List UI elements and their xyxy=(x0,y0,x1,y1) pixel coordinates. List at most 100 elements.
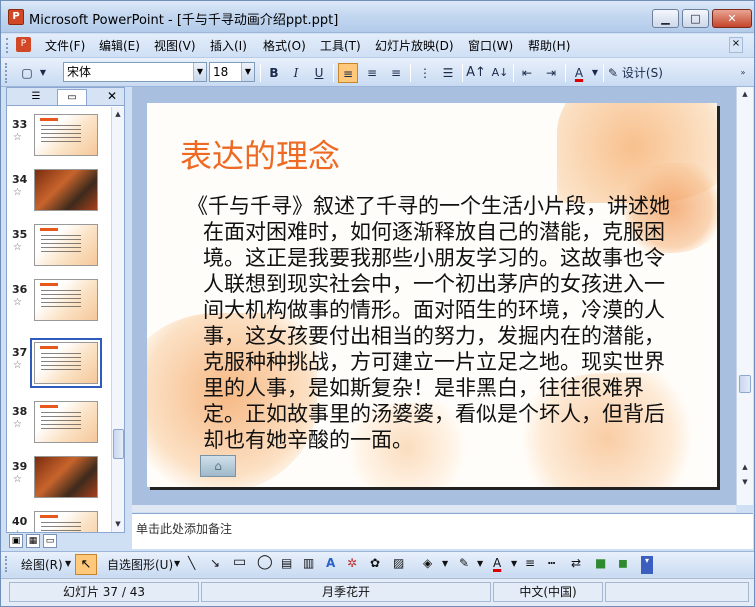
chevron-down-icon[interactable]: ▼ xyxy=(511,559,517,568)
previous-slide-icon[interactable]: ▲ xyxy=(739,460,751,474)
increase-indent-icon[interactable]: ⇥ xyxy=(541,63,561,83)
scroll-down-icon[interactable]: ▼ xyxy=(112,517,124,531)
slide-thumbnail-38[interactable]: 38 ☆ xyxy=(7,399,111,456)
chevron-down-icon[interactable]: ▼ xyxy=(37,63,49,83)
chevron-down-icon[interactable]: ▼ xyxy=(174,559,180,568)
toolbar-grip-icon[interactable] xyxy=(5,63,13,83)
chevron-down-icon[interactable]: ▼ xyxy=(65,559,71,568)
tab-slides[interactable]: ▭ xyxy=(57,89,87,105)
close-button[interactable]: ✕ xyxy=(712,9,752,28)
vertical-text-box-icon[interactable]: ▥ xyxy=(303,556,314,570)
scroll-up-icon[interactable]: ▲ xyxy=(112,107,124,121)
home-button[interactable]: ⌂ xyxy=(200,455,236,477)
document-icon[interactable]: P xyxy=(16,37,31,52)
minimize-button[interactable]: ▁ xyxy=(652,9,679,28)
autoshapes-button[interactable]: 自选图形(U) xyxy=(107,556,173,573)
slide-thumbnail-39[interactable]: 39 ☆ xyxy=(7,454,111,511)
toolbar-options-icon[interactable]: ▾ xyxy=(641,556,653,574)
chevron-down-icon[interactable]: ▼ xyxy=(241,63,254,81)
align-left-icon[interactable]: ≡ xyxy=(338,63,358,83)
new-slide-icon[interactable]: ▢ xyxy=(17,63,37,83)
maximize-button[interactable]: □ xyxy=(682,9,709,28)
slide-thumbnail-37[interactable]: 37 ☆ xyxy=(7,338,111,397)
chevron-down-icon[interactable]: ▼ xyxy=(442,559,448,568)
wordart-icon[interactable]: A xyxy=(326,556,335,570)
arrow-style-icon[interactable]: ⇄ xyxy=(571,556,581,570)
window-close-doc-icon[interactable]: × xyxy=(729,37,743,53)
menu-view[interactable]: 视图(V) xyxy=(154,37,196,54)
increase-font-icon[interactable]: A↑ xyxy=(466,63,486,83)
arrow-icon[interactable]: ↘ xyxy=(210,556,220,570)
shadow-style-icon[interactable]: ■ xyxy=(595,556,606,570)
toolbar-grip-icon[interactable] xyxy=(5,556,11,572)
menu-window[interactable]: 窗口(W) xyxy=(468,37,513,54)
3d-style-icon[interactable]: ◼ xyxy=(618,556,628,570)
bold-button[interactable]: B xyxy=(264,63,284,83)
text-box-icon[interactable]: ▤ xyxy=(281,556,292,570)
line-color-icon[interactable]: ✎ xyxy=(459,556,469,570)
underline-button[interactable]: U xyxy=(309,63,329,83)
close-icon[interactable]: ✕ xyxy=(107,89,117,103)
slide-title[interactable]: 表达的理念 xyxy=(180,131,340,177)
scrollbar-thumb[interactable] xyxy=(739,375,751,393)
slide-body-text[interactable]: 《千与千寻》叙述了千寻的一个生活小片段，讲述她在面对困难时，如何逐渐释放自己的潜… xyxy=(187,193,672,453)
bullets-icon[interactable]: ☰ xyxy=(438,63,458,83)
menu-file[interactable]: 文件(F) xyxy=(45,37,85,54)
slides-pane: ☰ ▭ ✕ 33 ☆ 34 ☆ 35 ☆ 36 ☆ 37 ☆ 38 ☆ 39 ☆… xyxy=(6,87,125,533)
scroll-up-icon[interactable]: ▲ xyxy=(739,87,751,101)
select-objects-icon[interactable]: ↖ xyxy=(75,554,97,575)
diagram-icon[interactable]: ✲ xyxy=(347,556,357,570)
menu-format[interactable]: 格式(O) xyxy=(263,37,306,54)
scrollbar-thumb[interactable] xyxy=(113,429,124,459)
view-buttons: ▣ ▦ ▭ xyxy=(6,534,62,550)
next-slide-icon[interactable]: ▼ xyxy=(739,475,751,489)
slide-thumbnail-34[interactable]: 34 ☆ xyxy=(7,167,111,224)
clip-art-icon[interactable]: ✿ xyxy=(370,556,380,570)
slide-preview xyxy=(34,456,98,498)
toolbar-options-icon[interactable]: » xyxy=(736,63,750,83)
slide-canvas[interactable]: 表达的理念 《千与千寻》叙述了千寻的一个生活小片段，讲述她在面对困难时，如何逐渐… xyxy=(147,103,717,487)
picture-icon[interactable]: ▨ xyxy=(393,556,404,570)
font-size-select[interactable]: 18 ▼ xyxy=(209,62,255,82)
slide-sorter-icon[interactable]: ▦ xyxy=(26,534,40,548)
oval-icon[interactable]: ◯ xyxy=(257,554,273,570)
chevron-down-icon[interactable]: ▼ xyxy=(590,63,600,83)
decrease-font-icon[interactable]: A↓ xyxy=(490,63,510,83)
dash-style-icon[interactable]: ┅ xyxy=(548,556,555,570)
menu-tools[interactable]: 工具(T) xyxy=(320,37,361,54)
slide-thumbnail-40[interactable]: 40 ☆ xyxy=(7,509,111,532)
rectangle-icon[interactable]: ▭ xyxy=(233,554,246,570)
line-icon[interactable]: ╲ xyxy=(188,556,195,570)
fill-color-icon[interactable]: ◈ xyxy=(423,556,432,570)
font-color-icon[interactable]: A xyxy=(569,63,589,83)
align-center-icon[interactable]: ≡ xyxy=(362,63,382,83)
slide-thumbnail-36[interactable]: 36 ☆ xyxy=(7,277,111,334)
toolbar-grip-icon[interactable] xyxy=(6,38,9,53)
chevron-down-icon[interactable]: ▼ xyxy=(193,63,206,81)
slide-thumbnail-35[interactable]: 35 ☆ xyxy=(7,222,111,279)
font-name-select[interactable]: 宋体 ▼ xyxy=(63,62,207,82)
menu-edit[interactable]: 编辑(E) xyxy=(99,37,140,54)
numbering-icon[interactable]: ⋮ xyxy=(415,63,435,83)
slide-thumbnail-33[interactable]: 33 ☆ xyxy=(7,112,111,169)
tab-outline[interactable]: ☰ xyxy=(21,89,51,105)
slide-scrollbar[interactable]: ▲ ▲ ▼ xyxy=(736,87,753,505)
powerpoint-icon[interactable]: P xyxy=(8,9,24,25)
horizontal-scrollbar[interactable] xyxy=(132,505,736,512)
thumbnail-scrollbar[interactable]: ▲ ▼ xyxy=(111,107,124,532)
toolbar-separator xyxy=(410,64,411,82)
menu-insert[interactable]: 插入(I) xyxy=(210,37,247,54)
menu-help[interactable]: 帮助(H) xyxy=(528,37,570,54)
normal-view-icon[interactable]: ▣ xyxy=(9,534,23,548)
align-right-icon[interactable]: ≡ xyxy=(386,63,406,83)
decrease-indent-icon[interactable]: ⇤ xyxy=(517,63,537,83)
draw-menu-button[interactable]: 绘图(R) xyxy=(21,556,63,573)
chevron-down-icon[interactable]: ▼ xyxy=(477,559,483,568)
notes-pane[interactable]: 单击此处添加备注 xyxy=(132,513,753,549)
line-style-icon[interactable]: ≡ xyxy=(525,556,535,570)
slideshow-view-icon[interactable]: ▭ xyxy=(43,534,57,548)
italic-button[interactable]: I xyxy=(286,63,306,83)
font-color-icon[interactable]: A xyxy=(493,556,501,570)
menu-slideshow[interactable]: 幻灯片放映(D) xyxy=(375,37,454,54)
design-button[interactable]: ✎ 设计(S) xyxy=(608,63,678,83)
